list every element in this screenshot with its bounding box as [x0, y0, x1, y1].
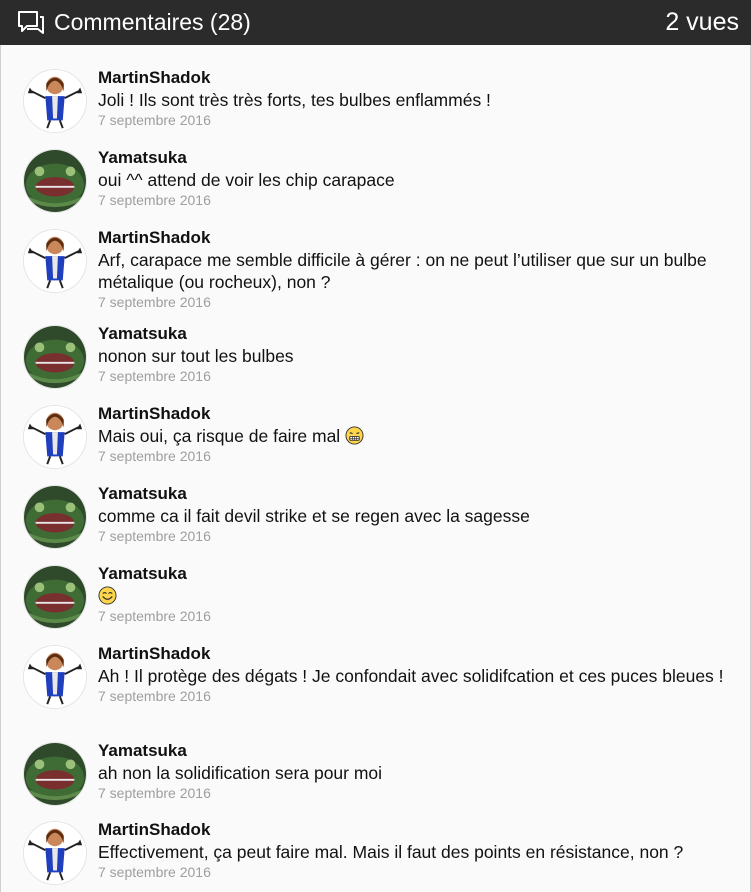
comment-text-line: Mais oui, ça risque de faire mal [98, 425, 734, 447]
martinshadok-avatar[interactable] [23, 69, 87, 133]
martinshadok-avatar[interactable] [23, 645, 87, 709]
smile-emoji-icon [98, 586, 117, 605]
comment-date: 7 septembre 2016 [98, 785, 211, 801]
comment-date: 7 septembre 2016 [98, 864, 211, 880]
yamatsuka-avatar[interactable] [23, 325, 87, 389]
comment-text: oui ^^ attend de voir les chip carapace [98, 170, 395, 190]
comment-author[interactable]: Yamatsuka [98, 483, 734, 505]
yamatsuka-avatar[interactable] [23, 565, 87, 629]
comment-text: ah non la solidification sera pour moi [98, 763, 383, 783]
comment-author[interactable]: Yamatsuka [98, 147, 734, 169]
comment-text-line [98, 585, 734, 607]
martinshadok-avatar[interactable] [23, 405, 87, 469]
comment-date: 7 septembre 2016 [98, 528, 211, 544]
martinshadok-avatar[interactable] [23, 229, 87, 293]
comment-author[interactable]: Yamatsuka [98, 563, 734, 585]
comment-date: 7 septembre 2016 [98, 192, 211, 208]
yamatsuka-avatar[interactable] [23, 742, 87, 806]
comment-text: nonon sur tout les bulbes [98, 346, 294, 366]
view-count: 2 vues [665, 8, 739, 36]
comment-text: Effectivement, ça peut faire mal. Mais i… [98, 842, 684, 862]
comment-date: 7 septembre 2016 [98, 448, 211, 464]
comment-text: Joli ! Ils sont très très forts, tes bul… [98, 90, 491, 110]
comment-author[interactable]: MartinShadok [98, 403, 734, 425]
comment-author[interactable]: Yamatsuka [98, 323, 734, 345]
comment-text: Ah ! Il protège des dégats ! Je confonda… [98, 666, 724, 686]
comment-author[interactable]: MartinShadok [98, 643, 734, 665]
grimace-emoji-icon [345, 426, 364, 445]
yamatsuka-avatar[interactable] [23, 485, 87, 549]
comment-author[interactable]: Yamatsuka [98, 740, 734, 762]
comment-text: Arf, carapace me semble difficile à gére… [98, 250, 707, 292]
comment-date: 7 septembre 2016 [98, 688, 211, 704]
comments-title: Commentaires (28) [54, 9, 251, 35]
comments-icon [16, 8, 46, 38]
comments-header: Commentaires (28) 2 vues [0, 0, 751, 45]
comment-date: 7 septembre 2016 [98, 368, 211, 384]
yamatsuka-avatar[interactable] [23, 149, 87, 213]
comment-date: 7 septembre 2016 [98, 608, 211, 624]
comment-date: 7 septembre 2016 [98, 294, 211, 310]
comment-date: 7 septembre 2016 [98, 112, 211, 128]
comment-text: Mais oui, ça risque de faire mal [98, 426, 341, 446]
comment-author[interactable]: MartinShadok [98, 819, 734, 841]
martinshadok-avatar[interactable] [23, 821, 87, 885]
comment-author[interactable]: MartinShadok [98, 67, 734, 89]
comments-list: MartinShadok Joli ! Ils sont très très f… [0, 45, 751, 892]
comment-text: comme ca il fait devil strike et se rege… [98, 506, 530, 526]
comment-author[interactable]: MartinShadok [98, 227, 734, 249]
